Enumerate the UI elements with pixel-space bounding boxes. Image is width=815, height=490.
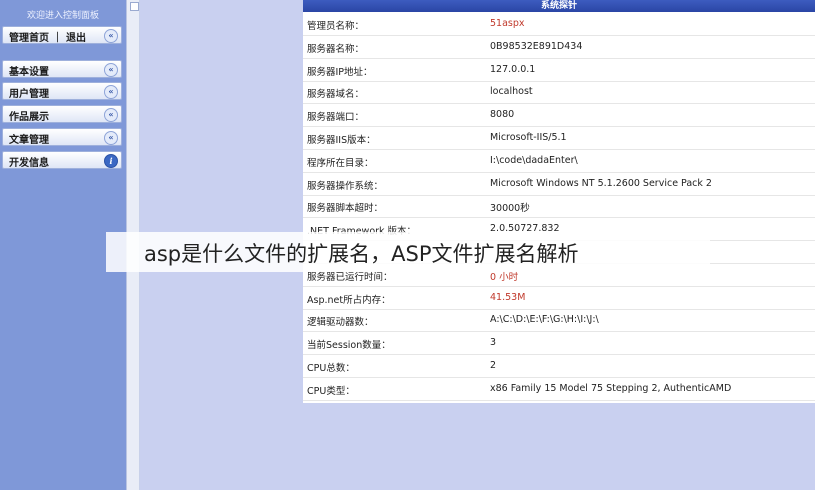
info-row-label: 服务器脚本超时： <box>307 203 384 215</box>
sidebar-item-label: 开发信息 <box>9 158 49 169</box>
sidebar-item-articles[interactable]: 文章管理 « <box>2 128 122 146</box>
info-row: 管理员名称： 51aspx <box>303 14 815 36</box>
caption-text: asp是什么文件的扩展名，ASP文件扩展名解析 <box>144 242 579 266</box>
info-icon[interactable]: i <box>104 154 118 168</box>
info-row-value: 3 <box>490 337 497 349</box>
info-row-value: Microsoft-IIS/5.1 <box>490 132 567 143</box>
sidebar-item-label: 作品展示 <box>9 112 49 123</box>
info-row-value: localhost <box>490 86 533 98</box>
info-row: 当前Session数量： 3 <box>303 333 815 356</box>
info-row-value: 51aspx <box>490 18 525 29</box>
sidebar-item-basic-settings[interactable]: 基本设置 « <box>2 60 122 78</box>
collapse-icon[interactable]: « <box>104 131 118 145</box>
panel-title: 系统探针 <box>303 0 815 12</box>
info-row-value: Microsoft Windows NT 5.1.2600 Service Pa… <box>490 177 712 189</box>
info-row-value: A:\C:\D:\E:\F:\G:\H:\I:\J:\ <box>490 314 599 326</box>
info-row: CPU总数： 2 <box>303 356 815 378</box>
info-row-label: 服务器IP地址： <box>307 66 373 78</box>
info-row: 服务器名称： 0B98532E891D434 <box>303 37 815 59</box>
info-row-label: 服务器名称： <box>307 43 365 55</box>
sidebar-item-dev-info[interactable]: 开发信息 i <box>2 151 122 169</box>
system-probe-panel: 系统探针 管理员名称： 51aspx 服务器名称： 0B98532E891D434 服务… <box>303 0 815 403</box>
info-row-label: 逻辑驱动器数： <box>307 317 374 329</box>
info-row-label: 当前Session数量： <box>307 340 391 352</box>
info-row: 服务器端口： 8080 <box>303 105 815 128</box>
info-row: 服务器IIS版本： Microsoft-IIS/5.1 <box>303 128 815 150</box>
info-row: 程序所在目录： I:\code\dadaEnter\ <box>303 151 815 173</box>
info-row-value: 8080 <box>490 109 515 121</box>
scroll-up-button[interactable] <box>130 2 139 11</box>
info-row-label: 服务器端口： <box>307 112 365 124</box>
info-row-value: 30000秒 <box>490 203 530 215</box>
collapse-icon[interactable]: « <box>104 29 118 43</box>
caption-banner: asp是什么文件的扩展名，ASP文件扩展名解析 <box>106 232 710 272</box>
info-row-label: 服务器IIS版本： <box>307 135 376 146</box>
info-row: 服务器操作系统： Microsoft Windows NT 5.1.2600 Se… <box>303 174 815 196</box>
info-row-label: CPU类型： <box>307 385 355 397</box>
collapse-icon[interactable]: « <box>104 108 118 122</box>
info-row-label: 程序所在目录： <box>307 157 374 169</box>
sidebar-item-user-management[interactable]: 用户管理 « <box>2 82 122 100</box>
sidebar-item-works[interactable]: 作品展示 « <box>2 105 122 123</box>
sidebar-item-home[interactable]: 管理首页 ｜ 退出 « <box>2 26 122 44</box>
collapse-icon[interactable]: « <box>104 63 118 77</box>
info-row: 服务器域名： localhost <box>303 82 815 105</box>
info-row-value: x86 Family 15 Model 75 Stepping 2, Authe… <box>490 382 732 394</box>
info-row: CPU类型： x86 Family 15 Model 75 Stepping 2,… <box>303 379 815 401</box>
info-row-label: 服务器操作系统： <box>307 180 384 192</box>
info-row: 服务器IP地址： 127.0.0.1 <box>303 60 815 82</box>
info-row-label: 管理员名称： <box>307 21 365 32</box>
info-row-value: 2 <box>490 360 497 371</box>
info-row: 逻辑驱动器数： A:\C:\D:\E:\F:\G:\H:\I:\J:\ <box>303 310 815 333</box>
sidebar-item-label: 文章管理 <box>9 135 49 146</box>
info-row-label: Asp.net所占内存： <box>307 294 391 306</box>
sidebar-item-label: 基本设置 <box>9 67 49 78</box>
sidebar-item-label: 管理首页 ｜ 退出 <box>9 33 86 44</box>
info-row-value: I:\code\dadaEnter\ <box>490 154 578 166</box>
info-row-value: 0B98532E891D434 <box>490 40 583 52</box>
info-row-value: 41.53M <box>490 291 526 303</box>
sidebar-title: 欢迎进入控制面板 <box>26 11 99 21</box>
info-row-label: CPU总数： <box>307 363 355 374</box>
info-row-label: 服务器域名： <box>307 89 365 101</box>
info-row: 服务器脚本超时： 30000秒 <box>303 196 815 219</box>
info-row-value: 127.0.0.1 <box>490 63 536 75</box>
info-row: Asp.net所占内存： 41.53M <box>303 288 815 310</box>
sidebar-item-label: 用户管理 <box>9 89 49 100</box>
collapse-icon[interactable]: « <box>104 85 118 99</box>
